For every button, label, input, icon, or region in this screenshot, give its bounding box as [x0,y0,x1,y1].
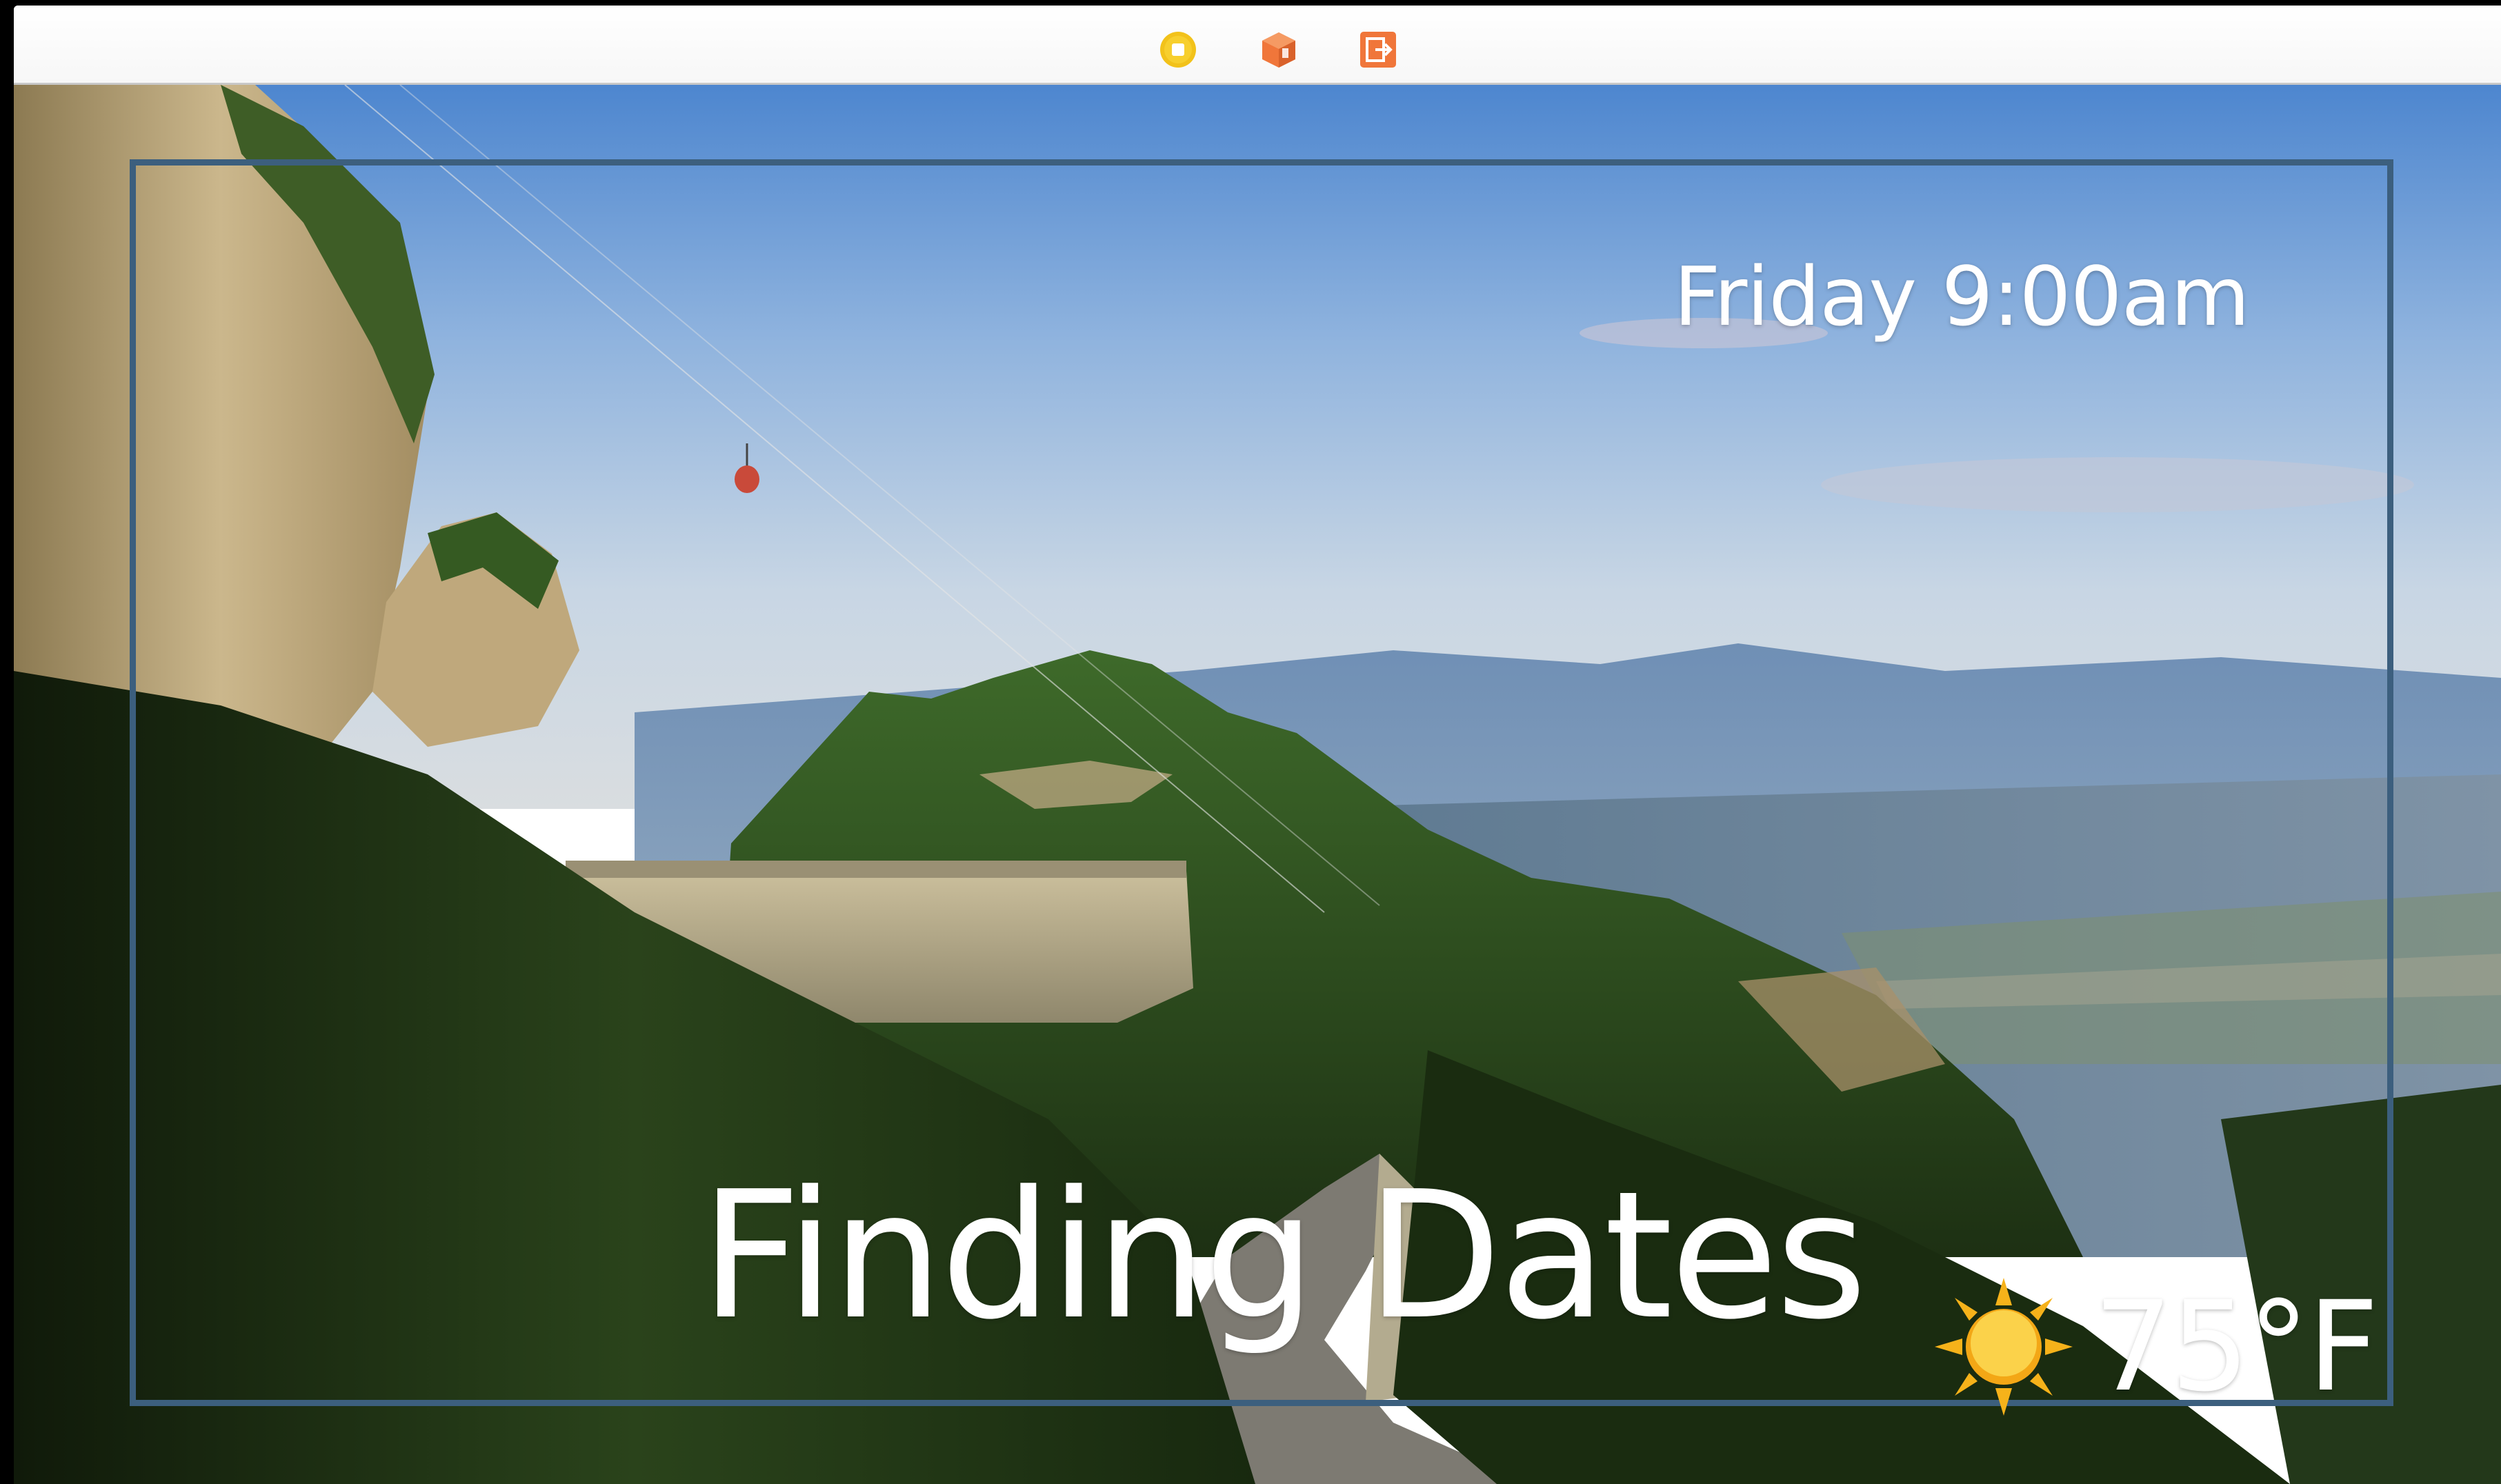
exit-icon[interactable] [1359,30,1397,69]
datetime-label: Friday 9:00am [1673,249,2250,344]
app-window: Friday 9:00am Finding Dates 75°F [14,6,2501,1484]
stop-icon[interactable] [1159,30,1197,69]
app-title: Finding Dates [700,1154,1867,1358]
cube-icon[interactable] [1259,30,1298,69]
scene-view: Friday 9:00am Finding Dates 75°F [14,85,2501,1484]
temperature-label: 75°F [2093,1274,2379,1419]
weather-widget: 75°F [1935,1271,2379,1423]
toolbar [14,6,2501,85]
sun-icon [1935,1278,2073,1416]
